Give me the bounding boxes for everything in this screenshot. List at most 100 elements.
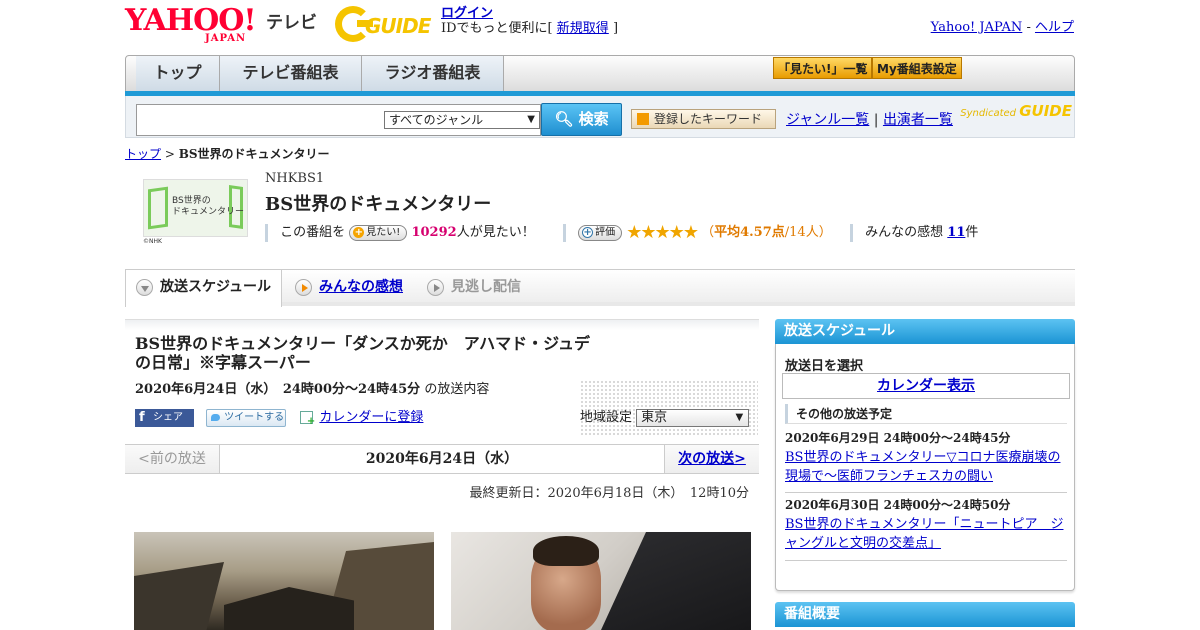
yahoo-japan-link[interactable]: Yahoo! JAPAN — [931, 20, 1023, 35]
schedule-item-date: 2020年6月29日 24時00分～24時45分 — [785, 431, 1011, 445]
episode-image-dancer — [451, 532, 751, 630]
mitai-suffix: 人が見たい！ — [456, 225, 535, 240]
search-link-divider: | — [873, 112, 879, 128]
mitai-button-label: 見たい! — [366, 226, 401, 238]
search-bar: すべてのジャンル ▼ 🔍︎ 検索 登録したキーワード ジャンル一覧 | 出演者一… — [125, 96, 1075, 138]
mitai-prefix: この番組を — [280, 225, 346, 240]
registered-keywords-label: 登録したキーワード — [654, 112, 763, 126]
region-selected: 東京 — [641, 409, 668, 425]
rate-button[interactable]: + 評価 — [578, 224, 623, 241]
subtab-impressions[interactable]: みんなの感想 — [285, 270, 415, 306]
calendar-register-link[interactable]: カレンダーに登録 — [319, 410, 423, 425]
register-link[interactable]: 新規取得 — [557, 21, 609, 36]
mitai-count: 10292 — [411, 225, 457, 240]
subtab-catchup[interactable]: 見逃し配信 — [417, 270, 537, 306]
broadcast-pager: <前の放送 2020年6月24日（水） 次の放送> — [125, 444, 759, 474]
program-stats: この番組を + 見たい! 10292人が見たい！ + 評価 ★★★★★ （平均4.5… — [265, 221, 979, 243]
plus-icon: + — [582, 226, 594, 238]
subtab-schedule[interactable]: 放送スケジュール — [125, 269, 282, 307]
stat-divider — [265, 223, 268, 242]
share-row: シェア ツイートする カレンダーに登録 — [135, 406, 423, 427]
region-select[interactable]: 東京 ▼ — [636, 408, 750, 427]
schedule-divider — [785, 560, 1067, 561]
stat-divider — [562, 223, 566, 242]
login-hint-suffix: ] — [612, 21, 619, 36]
breadcrumb-current: BS世界のドキュメンタリー — [178, 147, 330, 161]
link-separator: - — [1026, 20, 1031, 35]
plus-icon: + — [353, 226, 365, 238]
mitai-list-button[interactable]: 「見たい!」一覧 — [773, 57, 873, 79]
chevron-down-icon: ▼ — [527, 114, 535, 125]
dancer-arm — [601, 532, 751, 630]
tab-top[interactable]: トップ — [136, 56, 220, 91]
current-broadcast-date: 2020年6月24日（水） — [220, 445, 664, 473]
thumbnail-title-1: BS世界の — [172, 196, 211, 206]
calendar-display-cell: カレンダー表示 — [782, 373, 1070, 399]
registered-keywords-button[interactable]: 登録したキーワード — [631, 109, 776, 129]
genre-selected: すべてのジャンル — [389, 113, 484, 127]
schedule-item-link[interactable]: BS世界のドキュメンタリー「ニュートピア ジャングルと文明の交差点」 — [785, 517, 1063, 551]
chevron-down-icon — [136, 279, 153, 296]
schedule-item: 2020年6月30日 24時00分～24時50分 BS世界のドキュメンタリー「ニ… — [785, 496, 1067, 553]
subtab-schedule-label: 放送スケジュール — [160, 279, 272, 295]
syndicated-logo: GUIDE — [1019, 102, 1072, 120]
main-nav: トップ テレビ番組表 ラジオ番組表 「見たい!」一覧 My番組表設定 — [125, 55, 1075, 92]
yahoo-japan-logo[interactable]: YAHOO! JAPAN — [125, 6, 261, 45]
prev-broadcast-button[interactable]: <前の放送 — [125, 445, 220, 473]
tweet-button[interactable]: ツイートする — [206, 408, 287, 427]
next-broadcast-cell: 次の放送> — [664, 445, 759, 473]
search-links: ジャンル一覧 | 出演者一覧 — [786, 109, 953, 129]
mitai-button[interactable]: + 見たい! — [349, 224, 408, 241]
select-date-label: 放送日を選択 — [785, 359, 864, 374]
rate-button-label: 評価 — [595, 226, 616, 238]
login-link[interactable]: ログイン — [441, 6, 493, 21]
rating-average: 平均4.57点 — [714, 225, 785, 240]
program-title: BS世界のドキュメンタリー — [265, 194, 492, 215]
impressions-unit: 件 — [965, 225, 979, 240]
facebook-share-label: シェア — [153, 411, 183, 423]
my-schedule-button[interactable]: My番組表設定 — [872, 57, 962, 79]
facebook-share-button[interactable]: シェア — [135, 408, 194, 427]
episode-date: 2020年6月24日（水） 24時00分～24時45分 — [135, 382, 421, 397]
schedule-item-date: 2020年6月30日 24時00分～24時50分 — [785, 498, 1011, 512]
channel-name: NHKBS1 — [265, 171, 325, 186]
schedule-item-link[interactable]: BS世界のドキュメンタリー▽コロナ医療崩壊の現場で～医師フランチェスカの闘い — [785, 450, 1060, 484]
top-links: Yahoo! JAPAN - ヘルプ — [931, 16, 1074, 35]
search-button-label: 検索 — [578, 110, 609, 128]
stat-divider — [850, 223, 853, 242]
gguide-text: GUIDE — [365, 14, 431, 38]
gguide-logo[interactable]: GUIDE — [335, 6, 435, 42]
subtab-impressions-label[interactable]: みんなの感想 — [319, 279, 403, 295]
help-link[interactable]: ヘルプ — [1035, 20, 1074, 35]
logo-sub: JAPAN — [205, 33, 247, 44]
cast-list-link[interactable]: 出演者一覧 — [883, 112, 953, 128]
calendar-display-link[interactable]: カレンダー表示 — [877, 378, 975, 394]
schedule-divider — [785, 492, 1067, 493]
episode-panel: BS世界のドキュメンタリー「ダンスか死か アハマド・ジュデの日常」※字幕スーパー… — [125, 319, 759, 444]
schedule-item: 2020年6月29日 24時00分～24時45分 BS世界のドキュメンタリー▽コ… — [785, 429, 1067, 486]
tab-radio-schedule[interactable]: ラジオ番組表 — [362, 56, 504, 91]
breadcrumb-home[interactable]: トップ — [125, 147, 161, 161]
impressions-label: みんなの感想 — [865, 225, 944, 240]
sidebar-overview-head: 番組概要 — [775, 602, 1075, 627]
genre-select[interactable]: すべてのジャンル ▼ — [384, 111, 540, 129]
calendar-add-icon[interactable] — [300, 411, 315, 427]
thumbnail-title: BS世界の ドキュメンタリー — [172, 196, 244, 218]
rating-stars: ★★★★★ — [626, 222, 699, 243]
thumbnail-title-2: ドキュメンタリー — [172, 207, 245, 217]
syndicated-label: Syndicated — [960, 108, 1017, 119]
genre-list-link[interactable]: ジャンル一覧 — [786, 112, 869, 128]
search-button[interactable]: 🔍︎ 検索 — [541, 103, 622, 136]
syndicated-gguide: Syndicated GUIDE — [960, 102, 1072, 120]
service-label[interactable]: テレビ — [266, 8, 317, 33]
episode-date-suffix: の放送内容 — [424, 382, 490, 397]
next-broadcast-link[interactable]: 次の放送> — [678, 451, 746, 467]
episode-image-ruins — [134, 532, 434, 630]
impressions-count-link[interactable]: 11 — [947, 225, 965, 240]
ruin-shape — [134, 562, 224, 630]
chevron-down-icon: ▼ — [735, 411, 744, 423]
thumbnail-frame-left — [148, 186, 168, 230]
subtab-catchup-label: 見逃し配信 — [451, 279, 521, 295]
tab-tv-schedule[interactable]: テレビ番組表 — [220, 56, 362, 91]
dancer-hair — [533, 536, 599, 566]
